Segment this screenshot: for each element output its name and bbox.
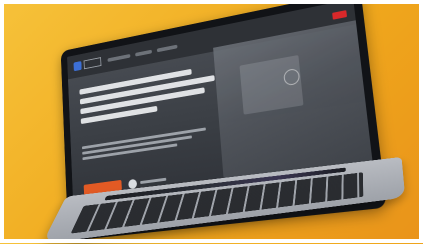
site-logo-icon <box>73 61 82 72</box>
nav-item <box>135 49 152 57</box>
hero-headline-blurred <box>79 63 224 128</box>
header-badge <box>332 9 347 20</box>
nav-item <box>156 44 178 53</box>
hero-body-text-blurred <box>81 125 222 163</box>
site-logo-box <box>83 57 102 70</box>
nav-item <box>107 53 131 62</box>
laptop <box>0 0 423 244</box>
cta-caption <box>140 177 167 185</box>
